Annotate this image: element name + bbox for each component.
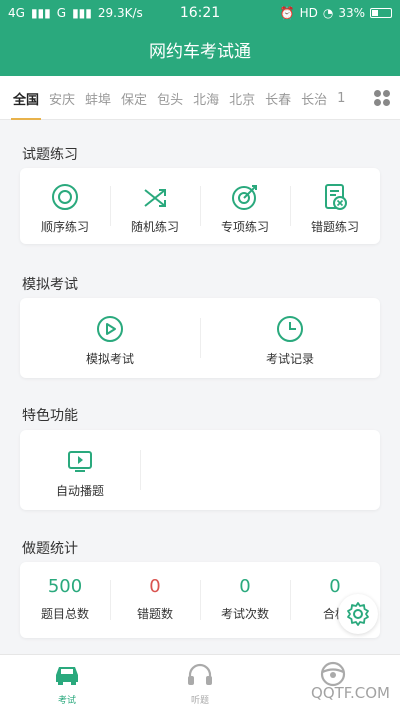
mock-exam-label: 模拟考试 (85, 352, 134, 366)
watermark-text: QQTF.COM (311, 684, 390, 702)
exam-count-value: 0 (239, 576, 251, 597)
target-icon (232, 185, 257, 210)
wrong-count-value: 0 (149, 576, 161, 597)
practice-card: 顺序练习 随机练习 专项练习 错题练习 (20, 168, 380, 244)
gear-icon (347, 602, 369, 626)
car-icon (56, 667, 78, 685)
city-tab[interactable]: 全国 (8, 89, 44, 120)
shuffle-icon (144, 189, 166, 207)
status-bar: 4G ▮▮▮ G ▮▮▮ 29.3K/s 16:21 ⏰ HD ◔ 33% (0, 0, 400, 28)
special-practice-label: 专项练习 (220, 220, 269, 234)
auto-play-label: 自动播题 (55, 484, 104, 498)
city-tab[interactable]: 蚌埠 (80, 89, 116, 108)
exam-count-stat: 0 考试次数 (200, 576, 290, 622)
exam-record-button[interactable]: 考试记录 (200, 314, 380, 367)
tab-exam-label: 考试 (57, 696, 76, 706)
city-tab[interactable]: 长春 (260, 89, 296, 108)
stats-card: 500 题目总数 0 错题数 0 考试次数 0 合格 (20, 562, 380, 638)
city-tab-bar: 全国 安庆 蚌埠 保定 包头 北海 北京 长春 长治 1 (0, 76, 400, 120)
city-tab[interactable]: 安庆 (44, 89, 80, 108)
special-practice-button[interactable]: 专项练习 (200, 182, 290, 235)
random-practice-label: 随机练习 (130, 220, 179, 234)
total-questions-stat: 500 题目总数 (20, 576, 110, 622)
tab-exam[interactable]: 考试 (27, 661, 107, 706)
sequence-icon (52, 184, 78, 210)
wifi-icon: ◔ (322, 6, 334, 20)
pass-count-value: 0 (329, 576, 341, 597)
city-tab[interactable]: 保定 (116, 89, 152, 108)
battery-icon (370, 8, 392, 18)
city-tab[interactable]: 北海 (188, 89, 224, 108)
exam-count-label: 考试次数 (220, 607, 269, 621)
headphones-icon (188, 663, 212, 685)
more-cities-grid-icon[interactable] (374, 90, 390, 106)
sequence-practice-button[interactable]: 顺序练习 (20, 182, 110, 235)
section-title-mock: 模拟考试 (22, 277, 78, 293)
city-tab[interactable]: 包头 (152, 89, 188, 108)
exam-record-label: 考试记录 (265, 352, 314, 366)
city-tab[interactable]: 长治 (296, 89, 332, 108)
section-title-stats: 做题统计 (22, 541, 78, 557)
wrong-practice-button[interactable]: 错题练习 (290, 182, 380, 235)
hd-label: HD (299, 6, 318, 20)
wrong-count-label: 错题数 (136, 607, 173, 621)
wrong-count-stat: 0 错题数 (110, 576, 200, 622)
auto-play-button[interactable]: 自动播题 (20, 446, 140, 499)
tab-listen-label: 听题 (190, 696, 209, 706)
play-icon (97, 316, 123, 342)
section-title-features: 特色功能 (22, 408, 78, 424)
app-title: 网约车考试通 (0, 28, 400, 76)
total-questions-value: 500 (47, 576, 83, 597)
city-tab[interactable]: 1 (332, 91, 350, 106)
city-tab[interactable]: 北京 (224, 89, 260, 108)
tab-listen[interactable]: 听题 (160, 661, 240, 706)
settings-fab-button[interactable] (338, 594, 378, 634)
section-title-practice: 试题练习 (22, 147, 78, 163)
video-play-icon (68, 451, 92, 472)
wrong-practice-label: 错题练习 (310, 220, 359, 234)
features-card: 自动播题 (20, 430, 380, 510)
clock-icon (277, 316, 303, 342)
mock-exam-button[interactable]: 模拟考试 (20, 314, 200, 367)
alarm-icon: ⏰ (279, 6, 295, 20)
mock-card: 模拟考试 考试记录 (20, 298, 380, 378)
random-practice-button[interactable]: 随机练习 (110, 182, 200, 235)
total-questions-label: 题目总数 (40, 607, 89, 621)
sequence-practice-label: 顺序练习 (40, 220, 89, 234)
wrong-doc-icon (325, 184, 347, 210)
battery-percent: 33% (338, 6, 365, 20)
